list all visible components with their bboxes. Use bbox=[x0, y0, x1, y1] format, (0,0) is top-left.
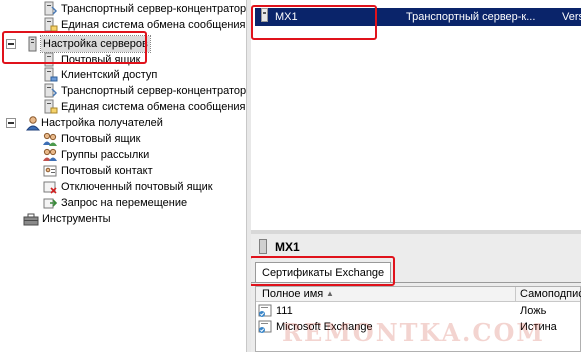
watermark: REMONTKA.COM bbox=[282, 318, 545, 347]
disconnected-mailbox-icon bbox=[42, 179, 58, 195]
server-role-cell: Транспортный сервер-к... bbox=[406, 11, 536, 23]
server-icon bbox=[42, 67, 58, 83]
certificate-name-cell: 111 bbox=[276, 305, 293, 317]
server-icon bbox=[42, 83, 58, 99]
column-header-full-name[interactable]: Полное имя bbox=[262, 287, 323, 301]
collapse-icon[interactable] bbox=[6, 39, 16, 49]
tab-exchange-certificates[interactable]: Сертификаты Exchange bbox=[255, 262, 392, 283]
collapse-icon[interactable] bbox=[6, 118, 16, 128]
users-icon bbox=[42, 131, 58, 147]
server-icon bbox=[42, 17, 58, 33]
server-row-mx1[interactable]: MX1 Транспортный сервер-к... Versi bbox=[255, 8, 581, 26]
tree-item-label: Транспортный сервер-концентратор bbox=[61, 85, 246, 97]
server-icon bbox=[42, 52, 58, 68]
tree-item-label: Настройка серверов bbox=[40, 35, 151, 53]
tree-item-label: Инструменты bbox=[42, 213, 111, 225]
group-icon bbox=[42, 147, 58, 163]
contact-icon bbox=[42, 163, 58, 179]
grid-header: Полное имя ▲ Самоподпис bbox=[256, 287, 581, 302]
sort-ascending-icon: ▲ bbox=[326, 289, 334, 298]
tree-item-label: Почтовый ящик bbox=[61, 133, 141, 145]
tree-item-label: Клиентский доступ bbox=[61, 69, 158, 81]
tree-item-label: Транспортный сервер-концентратор bbox=[61, 3, 246, 15]
move-request-icon bbox=[42, 195, 58, 211]
results-pane: MX1 Транспортный сервер-к... Versi bbox=[251, 0, 581, 230]
server-icon bbox=[261, 8, 268, 22]
self-signed-cell: Ложь bbox=[520, 305, 547, 317]
certificate-icon bbox=[258, 320, 272, 334]
server-version-cell: Versi bbox=[562, 11, 581, 23]
tree-item-label: Настройка получателей bbox=[41, 117, 163, 129]
table-row[interactable]: 111 Ложь bbox=[256, 303, 580, 319]
navigation-tree: Транспортный сервер-концентратор Единая … bbox=[0, 0, 246, 352]
server-group-icon bbox=[25, 36, 41, 52]
server-name-cell: MX1 bbox=[275, 11, 298, 23]
server-icon bbox=[259, 239, 267, 254]
tree-item-label: Почтовый ящик bbox=[61, 54, 141, 66]
tree-item-label: Единая система обмена сообщениями bbox=[61, 19, 246, 31]
column-header-self-signed[interactable]: Самоподпис bbox=[520, 287, 581, 301]
detail-title-label: MX1 bbox=[275, 240, 300, 254]
column-separator[interactable] bbox=[515, 287, 516, 301]
tab-divider bbox=[251, 282, 581, 283]
toolbox-icon bbox=[23, 211, 39, 227]
tree-item-label: Группы рассылки bbox=[61, 149, 150, 161]
user-icon bbox=[25, 115, 41, 131]
tree-item-label: Запрос на перемещение bbox=[61, 197, 188, 209]
server-icon bbox=[42, 1, 58, 17]
tree-item-label: Единая система обмена сообщениями bbox=[61, 101, 246, 113]
server-icon bbox=[42, 99, 58, 115]
certificate-icon bbox=[258, 304, 272, 318]
tree-item-label: Почтовый контакт bbox=[61, 165, 153, 177]
tree-item-label: Отключенный почтовый ящик bbox=[61, 181, 213, 193]
